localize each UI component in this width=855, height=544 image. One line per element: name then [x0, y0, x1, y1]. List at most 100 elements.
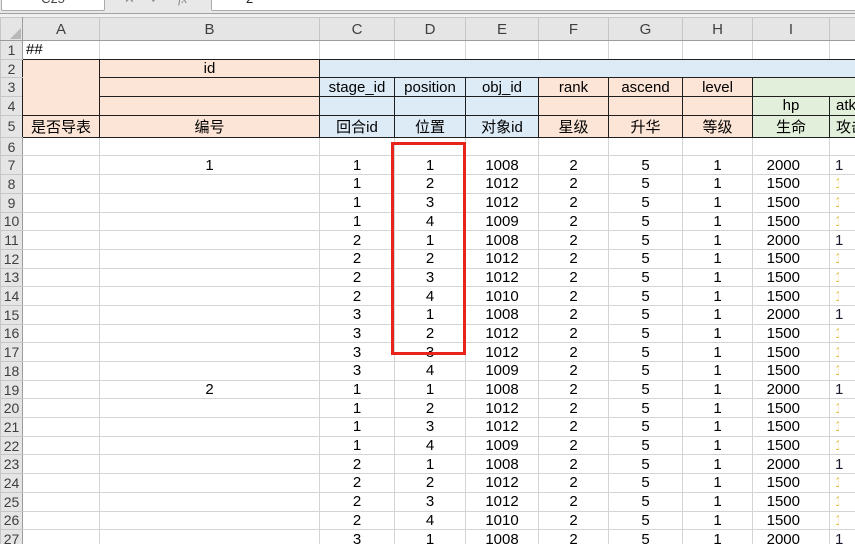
col-header-B[interactable]: B	[100, 18, 320, 41]
header-cn-export[interactable]: 是否导表	[23, 115, 100, 137]
cell-A21[interactable]	[23, 418, 100, 437]
header-obj-id[interactable]: obj_id	[466, 78, 539, 97]
cell-B23[interactable]	[100, 455, 320, 474]
cell-J25[interactable]: 1	[830, 492, 855, 511]
cell-J1[interactable]	[830, 41, 855, 60]
row-header-17[interactable]: 17	[1, 343, 23, 362]
cell-J24[interactable]: 1	[830, 474, 855, 493]
cell-B1[interactable]	[100, 41, 320, 60]
cell-D25[interactable]: 3	[395, 492, 466, 511]
header-cn-position[interactable]: 位置	[395, 115, 466, 137]
cell-G24[interactable]: 5	[609, 474, 683, 493]
header-stage-id[interactable]: stage_id	[320, 78, 395, 97]
cell-F19[interactable]: 2	[539, 380, 609, 399]
cell-D17[interactable]: 3	[395, 343, 466, 362]
cell-E9[interactable]: 1012	[466, 193, 539, 212]
cell-D21[interactable]: 3	[395, 418, 466, 437]
header-hp[interactable]: hp	[753, 97, 830, 116]
cell-F20[interactable]: 2	[539, 399, 609, 418]
cell-D9[interactable]: 3	[395, 193, 466, 212]
cell-B20[interactable]	[100, 399, 320, 418]
cell-J10[interactable]: 1	[830, 212, 855, 231]
cell-I6[interactable]	[753, 137, 830, 156]
cell-J26[interactable]: 1	[830, 511, 855, 530]
col-header-E[interactable]: E	[466, 18, 539, 41]
cell-E10[interactable]: 1009	[466, 212, 539, 231]
cell-H20[interactable]: 1	[683, 399, 753, 418]
cell-H25[interactable]: 1	[683, 492, 753, 511]
cell-C8[interactable]: 1	[320, 175, 395, 194]
col-header-G[interactable]: G	[609, 18, 683, 41]
cell-G21[interactable]: 5	[609, 418, 683, 437]
cell-H11[interactable]: 1	[683, 231, 753, 250]
cell-B13[interactable]	[100, 268, 320, 287]
cell-D7[interactable]: 1	[395, 156, 466, 175]
cell-B21[interactable]	[100, 418, 320, 437]
row-header-20[interactable]: 20	[1, 399, 23, 418]
col-header-F[interactable]: F	[539, 18, 609, 41]
row-header-26[interactable]: 26	[1, 511, 23, 530]
cell-I14[interactable]: 1500	[753, 287, 830, 306]
cell-E11[interactable]: 1008	[466, 231, 539, 250]
cell-I13[interactable]: 1500	[753, 268, 830, 287]
cell-G19[interactable]: 5	[609, 380, 683, 399]
col-header-C[interactable]: C	[320, 18, 395, 41]
cell-J21[interactable]: 1	[830, 418, 855, 437]
cell-E22[interactable]: 1009	[466, 436, 539, 455]
cell-I7[interactable]: 2000	[753, 156, 830, 175]
select-all-corner[interactable]	[1, 18, 23, 41]
insert-function-icon[interactable]: fx	[178, 0, 187, 7]
cell-H12[interactable]: 1	[683, 249, 753, 268]
cell-G26[interactable]: 5	[609, 511, 683, 530]
cell-B25[interactable]	[100, 492, 320, 511]
cell-B22[interactable]	[100, 436, 320, 455]
cell-F24[interactable]: 2	[539, 474, 609, 493]
cell-F7[interactable]: 2	[539, 156, 609, 175]
row-header-2[interactable]: 2	[1, 59, 23, 78]
row-header-19[interactable]: 19	[1, 380, 23, 399]
cell-B6[interactable]	[100, 137, 320, 156]
row-header-3[interactable]: 3	[1, 78, 23, 97]
cell-B18[interactable]	[100, 362, 320, 381]
cell-J12[interactable]: 1	[830, 249, 855, 268]
cell-C27[interactable]: 3	[320, 530, 395, 544]
row-header-21[interactable]: 21	[1, 418, 23, 437]
cell-H27[interactable]: 1	[683, 530, 753, 544]
cell-F25[interactable]: 2	[539, 492, 609, 511]
cell-J8[interactable]: 1	[830, 175, 855, 194]
cell-C26[interactable]: 2	[320, 511, 395, 530]
header-cn-obj-id[interactable]: 对象id	[466, 115, 539, 137]
cell-G11[interactable]: 5	[609, 231, 683, 250]
cell-D16[interactable]: 2	[395, 324, 466, 343]
cell-B8[interactable]	[100, 175, 320, 194]
cell-E14[interactable]: 1010	[466, 287, 539, 306]
cell-F12[interactable]: 2	[539, 249, 609, 268]
cell-B26[interactable]	[100, 511, 320, 530]
cell-G17[interactable]: 5	[609, 343, 683, 362]
cell-C21[interactable]: 1	[320, 418, 395, 437]
cell-A23[interactable]	[23, 455, 100, 474]
cell-B27[interactable]	[100, 530, 320, 544]
cell-D14[interactable]: 4	[395, 287, 466, 306]
cell-J16[interactable]: 1	[830, 324, 855, 343]
cell-D20[interactable]: 2	[395, 399, 466, 418]
cell-G14[interactable]: 5	[609, 287, 683, 306]
cell-A11[interactable]	[23, 231, 100, 250]
cell-F4[interactable]	[539, 97, 609, 116]
cell-E7[interactable]: 1008	[466, 156, 539, 175]
cell-E24[interactable]: 1012	[466, 474, 539, 493]
cell-E18[interactable]: 1009	[466, 362, 539, 381]
cell-G23[interactable]: 5	[609, 455, 683, 474]
cell-G27[interactable]: 5	[609, 530, 683, 544]
cell-F27[interactable]: 2	[539, 530, 609, 544]
cell-D15[interactable]: 1	[395, 305, 466, 324]
cell-G12[interactable]: 5	[609, 249, 683, 268]
cell-E17[interactable]: 1012	[466, 343, 539, 362]
cell-J19[interactable]: 1	[830, 380, 855, 399]
header-cn-atk[interactable]: 攻击	[830, 115, 855, 137]
cell-H16[interactable]: 1	[683, 324, 753, 343]
cell-I24[interactable]: 1500	[753, 474, 830, 493]
cell-C18[interactable]: 3	[320, 362, 395, 381]
cell-B15[interactable]	[100, 305, 320, 324]
cell-G22[interactable]: 5	[609, 436, 683, 455]
